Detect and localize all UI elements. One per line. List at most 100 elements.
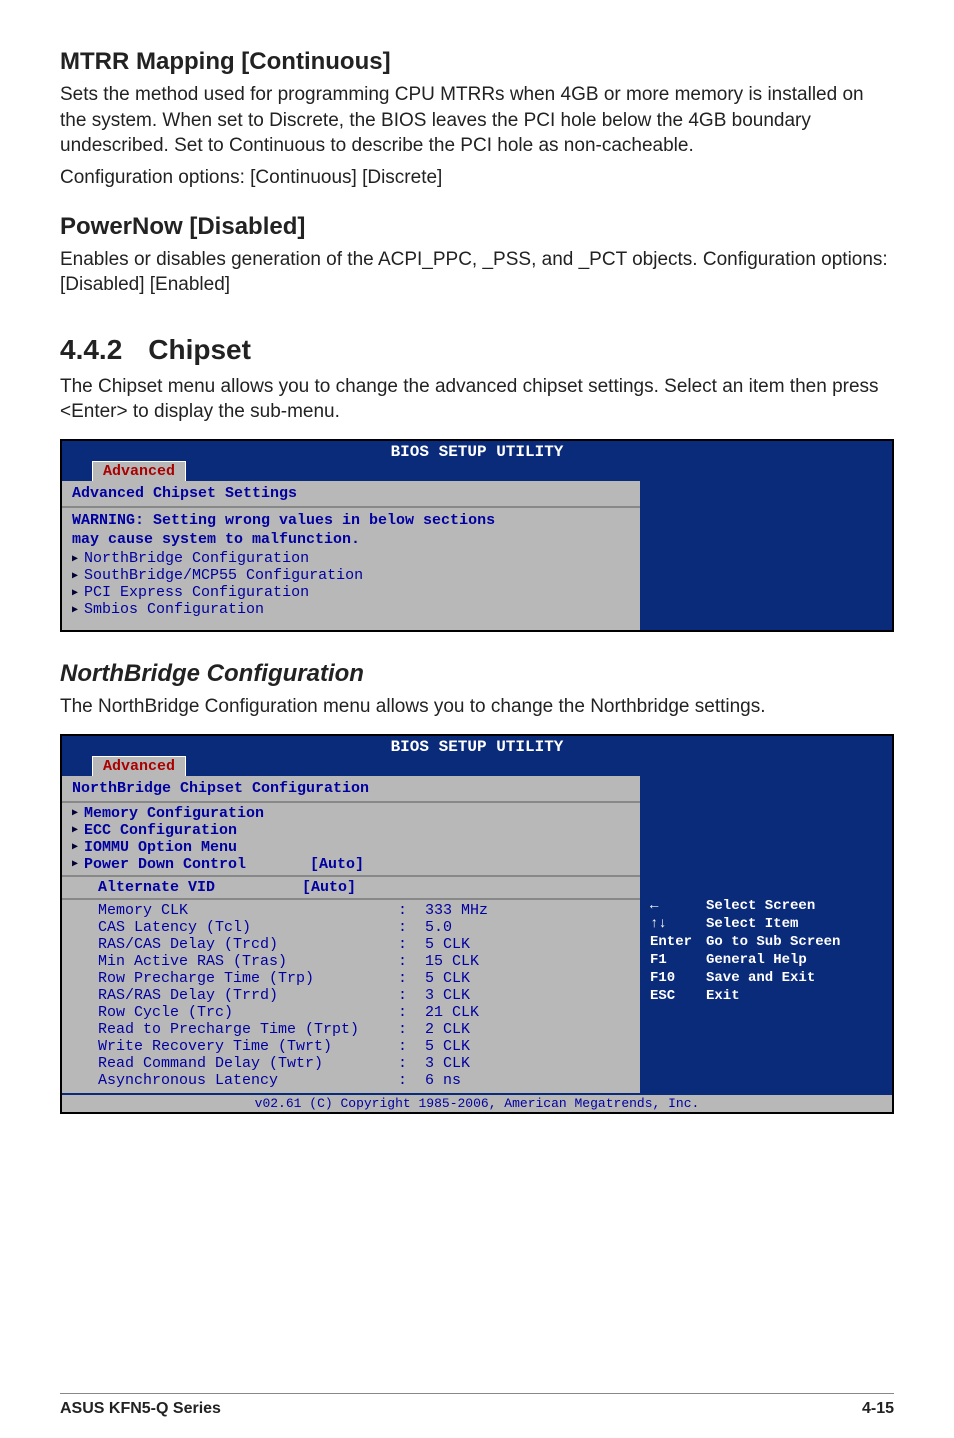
menu-memory-config[interactable]: ▶ Memory Configuration bbox=[62, 803, 640, 822]
menu-label: SouthBridge/MCP55 Configuration bbox=[84, 567, 363, 584]
help-enter-sub: Enter Go to Sub Screen bbox=[650, 934, 884, 950]
bios-main-2: NorthBridge Chipset Configuration ▶ Memor… bbox=[62, 776, 642, 1093]
help-select-item: ↑↓ Select Item bbox=[650, 916, 884, 932]
readout-row: CAS Latency (Tcl): 5.0 bbox=[62, 919, 640, 936]
row-value: : 3 CLK bbox=[398, 1055, 470, 1072]
submenu-icon: ▶ bbox=[72, 570, 78, 582]
submenu-icon: ▶ bbox=[72, 841, 78, 853]
menu-northbridge[interactable]: ▶ NorthBridge Configuration bbox=[62, 550, 640, 567]
row-label: Min Active RAS (Tras) bbox=[98, 953, 398, 970]
divider bbox=[62, 875, 640, 877]
key-enter: Enter bbox=[650, 934, 692, 950]
bios-help-pane-2: ← Select Screen ↑↓ Select Item Enter Go to … bbox=[642, 776, 892, 1093]
footer-page-number: 4-15 bbox=[862, 1400, 894, 1418]
row-value: : 333 MHz bbox=[398, 902, 488, 919]
menu-power-down[interactable]: ▶ Power Down Control [Auto] bbox=[62, 856, 640, 873]
help-label: Save and Exit bbox=[706, 970, 815, 986]
heading-num: 4.4.2 bbox=[60, 334, 122, 366]
key-esc: ESC bbox=[650, 988, 692, 1004]
menu-label: Power Down Control bbox=[84, 856, 304, 873]
bios-header: BIOS SETUP UTILITY Advanced bbox=[62, 441, 892, 481]
readout-row: Read Command Delay (Twtr): 3 CLK bbox=[62, 1055, 640, 1072]
row-value: : 3 CLK bbox=[398, 987, 470, 1004]
row-value: : 5 CLK bbox=[398, 936, 470, 953]
bios-tab-bar-2: Advanced bbox=[62, 756, 892, 776]
row-label: Alternate VID bbox=[98, 879, 302, 896]
row-value: : 2 CLK bbox=[398, 1021, 470, 1038]
para-chipset: The Chipset menu allows you to change th… bbox=[60, 374, 894, 425]
help-label: Exit bbox=[706, 988, 740, 1004]
submenu-icon: ▶ bbox=[72, 553, 78, 565]
row-value: : 21 CLK bbox=[398, 1004, 479, 1021]
row-label: Row Precharge Time (Trp) bbox=[98, 970, 398, 987]
row-label: Read Command Delay (Twtr) bbox=[98, 1055, 398, 1072]
menu-ecc-config[interactable]: ▶ECC Configuration bbox=[62, 822, 640, 839]
menu-value: [Auto] bbox=[310, 856, 364, 873]
tab-advanced-2[interactable]: Advanced bbox=[92, 756, 186, 776]
menu-southbridge[interactable]: ▶ SouthBridge/MCP55 Configuration bbox=[62, 567, 640, 584]
bios-header-2: BIOS SETUP UTILITY Advanced bbox=[62, 736, 892, 776]
heading-mtrr: MTRR Mapping [Continuous] bbox=[60, 48, 894, 76]
help-label: Select Screen bbox=[706, 898, 815, 914]
heading-powernow: PowerNow [Disabled] bbox=[60, 213, 894, 241]
help-label: Select Item bbox=[706, 916, 798, 932]
help-label: Go to Sub Screen bbox=[706, 934, 840, 950]
bios-panel-northbridge: BIOS SETUP UTILITY Advanced NorthBridge … bbox=[60, 734, 894, 1114]
bios-body-2: NorthBridge Chipset Configuration ▶ Memor… bbox=[62, 776, 892, 1093]
readout-row: RAS/CAS Delay (Trcd): 5 CLK bbox=[62, 936, 640, 953]
row-alternate-vid[interactable]: Alternate VID [Auto] bbox=[62, 879, 640, 896]
row-label: Read to Precharge Time (Trpt) bbox=[98, 1021, 398, 1038]
bios-section-title-2: NorthBridge Chipset Configuration bbox=[62, 776, 640, 803]
row-value: [Auto] bbox=[302, 879, 356, 896]
para-mtrr-opts: Configuration options: [Continuous] [Dis… bbox=[60, 165, 894, 191]
submenu-icon: ▶ bbox=[72, 858, 78, 870]
arrows-ud-icon: ↑↓ bbox=[650, 916, 692, 932]
readout-row: Min Active RAS (Tras): 15 CLK bbox=[62, 953, 640, 970]
help-label: General Help bbox=[706, 952, 807, 968]
bios-main: Advanced Chipset Settings WARNING: Setti… bbox=[62, 481, 642, 630]
menu-smbios[interactable]: ▶ Smbios Configuration bbox=[62, 601, 640, 630]
help-save-exit: F10Save and Exit bbox=[650, 970, 884, 986]
help-select-screen: ← Select Screen bbox=[650, 898, 884, 914]
para-northbridge: The NorthBridge Configuration menu allow… bbox=[60, 694, 894, 720]
bios-help-pane bbox=[642, 481, 892, 630]
heading-chipset: 4.4.2 Chipset bbox=[60, 334, 894, 366]
bios-section-title: Advanced Chipset Settings bbox=[62, 481, 640, 508]
menu-label: Memory Configuration bbox=[84, 805, 264, 822]
divider bbox=[62, 898, 640, 900]
arrows-lr-icon: ← bbox=[650, 898, 692, 914]
row-label: Write Recovery Time (Twrt) bbox=[98, 1038, 398, 1055]
readout-row: Asynchronous Latency: 6 ns bbox=[62, 1072, 640, 1093]
row-label: RAS/RAS Delay (Trrd) bbox=[98, 987, 398, 1004]
readout-row: Write Recovery Time (Twrt): 5 CLK bbox=[62, 1038, 640, 1055]
bios-body: Advanced Chipset Settings WARNING: Setti… bbox=[62, 481, 892, 630]
row-label: Asynchronous Latency bbox=[98, 1072, 398, 1089]
bios-warning-1: WARNING: Setting wrong values in below s… bbox=[62, 508, 640, 531]
bios-title: BIOS SETUP UTILITY bbox=[62, 441, 892, 461]
para-mtrr-desc: Sets the method used for programming CPU… bbox=[60, 82, 894, 159]
menu-label: NorthBridge Configuration bbox=[84, 550, 309, 567]
row-value: : 15 CLK bbox=[398, 953, 479, 970]
readout-row: RAS/RAS Delay (Trrd): 3 CLK bbox=[62, 987, 640, 1004]
menu-label: PCI Express Configuration bbox=[84, 584, 309, 601]
tab-advanced[interactable]: Advanced bbox=[92, 461, 186, 481]
bios-tab-bar: Advanced bbox=[62, 461, 892, 481]
help-exit: ESC Exit bbox=[650, 988, 884, 1004]
row-value: : 6 ns bbox=[398, 1072, 461, 1089]
row-value: : 5 CLK bbox=[398, 1038, 470, 1055]
bios-warning-2: may cause system to malfunction. bbox=[62, 531, 640, 550]
submenu-icon: ▶ bbox=[72, 807, 78, 819]
row-label: RAS/CAS Delay (Trcd) bbox=[98, 936, 398, 953]
row-value: : 5.0 bbox=[398, 919, 452, 936]
bios-copyright: v02.61 (C) Copyright 1985-2006, American… bbox=[62, 1093, 892, 1112]
menu-iommu[interactable]: ▶IOMMU Option Menu bbox=[62, 839, 640, 856]
submenu-icon: ▶ bbox=[72, 604, 78, 616]
row-label: Memory CLK bbox=[98, 902, 398, 919]
menu-label: Smbios Configuration bbox=[84, 601, 264, 618]
readout-row: Row Precharge Time (Trp): 5 CLK bbox=[62, 970, 640, 987]
menu-pci-express[interactable]: ▶PCI Express Configuration bbox=[62, 584, 640, 601]
row-label: Row Cycle (Trc) bbox=[98, 1004, 398, 1021]
readout-row: Memory CLK: 333 MHz bbox=[62, 902, 640, 919]
bios-title-2: BIOS SETUP UTILITY bbox=[62, 736, 892, 756]
row-label: CAS Latency (Tcl) bbox=[98, 919, 398, 936]
